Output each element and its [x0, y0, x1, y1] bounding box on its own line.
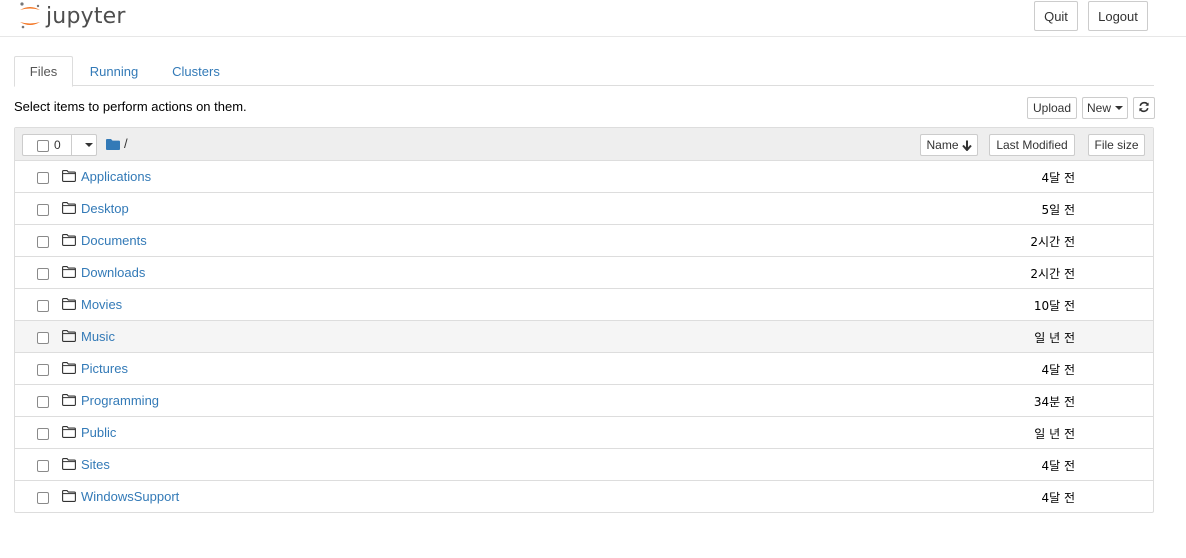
selected-count: 0: [54, 138, 61, 152]
row-checkbox[interactable]: [37, 236, 49, 248]
folder-icon: [62, 362, 76, 377]
sort-by-name-button[interactable]: Name: [920, 134, 978, 156]
home-folder-icon[interactable]: [106, 138, 120, 153]
quit-button[interactable]: Quit: [1034, 1, 1078, 31]
app-header: jupyter Quit Logout: [0, 0, 1186, 37]
sort-name-label: Name: [926, 138, 959, 152]
item-name-link[interactable]: Documents: [81, 233, 147, 248]
folder-icon: [62, 426, 76, 441]
folder-icon: [62, 394, 76, 409]
list-item[interactable]: Downloads 2시간 전: [15, 257, 1153, 289]
item-modified: 4달 전: [1041, 459, 1075, 473]
list-item[interactable]: Movies 10달 전: [15, 289, 1153, 321]
item-name-link[interactable]: Applications: [81, 169, 151, 184]
tab-clusters[interactable]: Clusters: [172, 56, 220, 86]
folder-icon: [62, 330, 76, 345]
list-item[interactable]: Applications 4달 전: [15, 161, 1153, 193]
folder-icon: [62, 266, 76, 281]
item-name-link[interactable]: Desktop: [81, 201, 129, 216]
breadcrumb[interactable]: /: [124, 136, 128, 151]
list-item[interactable]: Programming 34분 전: [15, 385, 1153, 417]
chevron-down-icon: [1115, 106, 1123, 110]
list-item[interactable]: Sites 4달 전: [15, 449, 1153, 481]
row-checkbox[interactable]: [37, 204, 49, 216]
refresh-icon: [1138, 101, 1150, 116]
arrow-down-icon: [961, 140, 972, 151]
list-item[interactable]: Music 일 년 전: [15, 321, 1153, 353]
list-item[interactable]: Public 일 년 전: [15, 417, 1153, 449]
row-checkbox[interactable]: [37, 268, 49, 280]
row-checkbox[interactable]: [37, 364, 49, 376]
row-checkbox[interactable]: [37, 428, 49, 440]
tab-files[interactable]: Files: [14, 56, 73, 87]
chevron-down-icon[interactable]: [85, 143, 93, 147]
folder-icon: [62, 490, 76, 505]
folder-icon: [62, 202, 76, 217]
list-item[interactable]: Pictures 4달 전: [15, 353, 1153, 385]
list-item[interactable]: Desktop 5일 전: [15, 193, 1153, 225]
item-modified: 4달 전: [1041, 491, 1075, 505]
row-checkbox[interactable]: [37, 492, 49, 504]
row-checkbox[interactable]: [37, 332, 49, 344]
item-modified: 4달 전: [1041, 171, 1075, 185]
folder-icon: [62, 170, 76, 185]
refresh-button[interactable]: [1133, 97, 1155, 119]
folder-icon: [62, 298, 76, 313]
item-name-link[interactable]: Movies: [81, 297, 122, 312]
tab-bar: Files Running Clusters: [14, 56, 1154, 87]
item-name-link[interactable]: Programming: [81, 393, 159, 408]
selection-hint: Select items to perform actions on them.: [14, 99, 247, 114]
folder-icon: [62, 458, 76, 473]
item-name-link[interactable]: Public: [81, 425, 116, 440]
item-name-link[interactable]: Sites: [81, 457, 110, 472]
folder-icon: [62, 234, 76, 249]
select-all-checkbox[interactable]: [37, 140, 49, 152]
row-checkbox[interactable]: [37, 172, 49, 184]
item-modified: 10달 전: [1033, 299, 1075, 313]
item-modified: 4달 전: [1041, 363, 1075, 377]
item-modified: 2시간 전: [1030, 267, 1075, 281]
item-modified: 일 년 전: [1034, 427, 1075, 441]
upload-button[interactable]: Upload: [1027, 97, 1077, 119]
file-list-header: 0 / Name Last Modified File size: [15, 128, 1153, 161]
item-name-link[interactable]: Pictures: [81, 361, 128, 376]
item-modified: 일 년 전: [1034, 331, 1075, 345]
item-name-link[interactable]: WindowsSupport: [81, 489, 179, 504]
file-list: 0 / Name Last Modified File size Applica…: [14, 127, 1154, 513]
item-modified: 5일 전: [1041, 203, 1075, 217]
jupyter-logo-icon: [18, 1, 42, 31]
tab-running[interactable]: Running: [90, 56, 138, 86]
sort-by-size-button[interactable]: File size: [1088, 134, 1145, 156]
row-checkbox[interactable]: [37, 396, 49, 408]
item-name-link[interactable]: Music: [81, 329, 115, 344]
list-item[interactable]: Documents 2시간 전: [15, 225, 1153, 257]
list-item[interactable]: WindowsSupport 4달 전: [15, 481, 1153, 513]
row-checkbox[interactable]: [37, 300, 49, 312]
divider: [71, 135, 72, 155]
logo-text: jupyter: [46, 3, 126, 29]
item-modified: 2시간 전: [1030, 235, 1075, 249]
new-button[interactable]: New: [1082, 97, 1128, 119]
sort-by-modified-button[interactable]: Last Modified: [989, 134, 1075, 156]
item-modified: 34분 전: [1033, 395, 1075, 409]
new-button-label: New: [1086, 101, 1111, 115]
row-checkbox[interactable]: [37, 460, 49, 472]
item-name-link[interactable]: Downloads: [81, 265, 145, 280]
select-all-dropdown[interactable]: 0: [22, 134, 97, 156]
jupyter-logo[interactable]: jupyter: [18, 1, 126, 31]
logout-button[interactable]: Logout: [1088, 1, 1148, 31]
